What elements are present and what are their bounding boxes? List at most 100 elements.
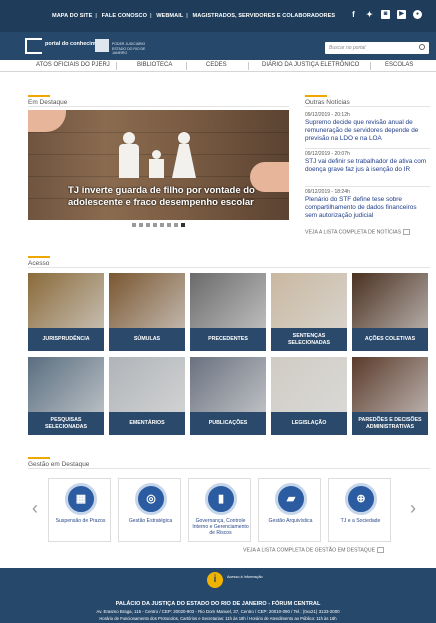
search-icon[interactable] bbox=[419, 44, 425, 50]
carousel-dot[interactable] bbox=[160, 223, 164, 227]
info-icon[interactable]: i bbox=[207, 572, 223, 588]
access-tile-image bbox=[190, 273, 266, 328]
carousel-dot-active[interactable] bbox=[181, 223, 185, 227]
gestao-card[interactable]: ⊕ TJ e a Sociedade bbox=[328, 478, 391, 542]
gestao-card[interactable]: ▮ Governança, Controle Interno e Gerencia… bbox=[188, 478, 251, 542]
noticias-title: Outras Notícias bbox=[305, 99, 350, 106]
access-tile[interactable]: JURISPRUDÊNCIA bbox=[28, 273, 104, 351]
top-links: MAPA DO SITE | FALE CONOSCO | WEBMAIL | MAG… bbox=[52, 13, 338, 19]
news-headline[interactable]: Plenário do STF define tese sobre compar… bbox=[305, 196, 430, 220]
chevron-right-icon[interactable]: › bbox=[410, 498, 416, 519]
nav-item-diario[interactable]: DIÁRIO DA JUSTIÇA ELETRÔNICO bbox=[262, 62, 359, 68]
access-tile-label: LEGISLAÇÃO bbox=[271, 412, 347, 435]
section-accent-bar bbox=[305, 95, 327, 97]
carousel-dot[interactable] bbox=[139, 223, 143, 227]
icon-glyph: ▦ bbox=[75, 493, 87, 505]
access-tile[interactable]: PRECEDENTES bbox=[190, 273, 266, 351]
child-head-shape bbox=[152, 150, 161, 159]
news-item[interactable]: 09/12/2019 - 20:12h Supremo decide que r… bbox=[305, 112, 430, 143]
access-tile[interactable]: AÇÕES COLETIVAS bbox=[352, 273, 428, 351]
news-headline[interactable]: STJ vai definir se trabalhador de ativa … bbox=[305, 158, 430, 174]
all-gestao-link[interactable]: VEJA A LISTA COMPLETA DE GESTÃO EM DESTA… bbox=[243, 547, 385, 554]
news-headline[interactable]: Supremo decide que revisão anual de remu… bbox=[305, 119, 430, 143]
carousel-dot[interactable] bbox=[146, 223, 150, 227]
news-divider bbox=[305, 186, 430, 187]
access-tile-label: PAREDÕES E DECISÕES ADMINISTRATIVAS bbox=[352, 412, 428, 435]
parent-head-shape bbox=[178, 132, 190, 144]
access-tile-image bbox=[271, 357, 347, 412]
parent-head-shape bbox=[123, 132, 135, 144]
all-news-link[interactable]: VEJA A LISTA COMPLETA DE NOTÍCIAS bbox=[305, 229, 411, 236]
carousel-pagination bbox=[132, 223, 185, 227]
chevron-left-icon[interactable]: ‹ bbox=[32, 498, 38, 519]
carousel-dot[interactable] bbox=[153, 223, 157, 227]
footer-title: PALÁCIO DA JUSTIÇA DO ESTADO DO RIO DE J… bbox=[115, 601, 321, 607]
separator: | bbox=[95, 13, 98, 19]
access-tile[interactable]: PESQUISAS SELECIONADAS bbox=[28, 357, 104, 435]
icon-glyph: ▰ bbox=[286, 493, 296, 505]
access-tile-image bbox=[28, 357, 104, 412]
nav-item-cedes[interactable]: CEDES bbox=[206, 62, 227, 68]
folder-icon: ▰ bbox=[275, 483, 307, 515]
judiciary-seal-icon bbox=[95, 39, 109, 52]
access-tile[interactable]: PAREDÕES E DECISÕES ADMINISTRATIVAS bbox=[352, 357, 428, 435]
calendar-icon: ▦ bbox=[65, 483, 97, 515]
access-tile[interactable]: LEGISLAÇÃO bbox=[271, 357, 347, 435]
gestao-card-label: Gestão Arquivística bbox=[268, 518, 313, 524]
access-tile-image bbox=[109, 357, 185, 412]
carousel-dot[interactable] bbox=[167, 223, 171, 227]
gestao-card-label: Suspensão de Prazos bbox=[55, 518, 106, 524]
highlight-carousel-image[interactable]: TJ inverte guarda de filho por vontade d… bbox=[28, 110, 289, 220]
carousel-dot[interactable] bbox=[174, 223, 178, 227]
access-tile-label: SENTENÇAS SELECIONADAS bbox=[271, 328, 347, 351]
facebook-icon[interactable]: f bbox=[349, 10, 358, 19]
twitter-icon[interactable]: ✦ bbox=[365, 10, 374, 19]
instagram-icon[interactable]: ◙ bbox=[381, 10, 390, 19]
link-webmail[interactable]: WEBMAIL bbox=[156, 13, 183, 19]
youtube-icon[interactable]: ▶ bbox=[397, 10, 406, 19]
separator: | bbox=[149, 13, 152, 19]
all-gestao-label: VEJA A LISTA COMPLETA DE GESTÃO EM DESTA… bbox=[243, 547, 376, 554]
target-icon: ◎ bbox=[135, 483, 167, 515]
news-item[interactable]: 09/12/2019 - 18:24h Plenário do STF defi… bbox=[305, 189, 430, 220]
footer-address: Av. Erasmo Braga, 115 - Centro / CEP: 20… bbox=[96, 609, 340, 614]
nav-divider bbox=[116, 62, 117, 70]
carousel-dot[interactable] bbox=[132, 223, 136, 227]
link-site-map[interactable]: MAPA DO SITE bbox=[52, 13, 92, 19]
main-nav: ATOS OFICIAIS DO PJERJ BIBLIOTECA CEDES … bbox=[0, 60, 436, 72]
separator: | bbox=[186, 13, 188, 19]
link-contact[interactable]: FALE CONOSCO bbox=[102, 13, 147, 19]
access-tile[interactable]: SÚMULAS bbox=[109, 273, 185, 351]
footer-hours: Horário de Funcionamento dos Protocolos,… bbox=[99, 616, 337, 621]
social-links: f ✦ ◙ ▶ ● bbox=[349, 10, 422, 19]
highlight-caption[interactable]: TJ inverte guarda de filho por vontade d… bbox=[68, 185, 289, 209]
gestao-card-label: TJ e a Sociedade bbox=[340, 518, 381, 524]
section-divider bbox=[28, 267, 430, 268]
access-tile-image bbox=[190, 357, 266, 412]
gestao-card-label: Gestão Estratégica bbox=[128, 518, 173, 524]
access-info-link[interactable]: Acesso à Informação bbox=[227, 575, 263, 580]
all-news-label: VEJA A LISTA COMPLETA DE NOTÍCIAS bbox=[305, 229, 402, 236]
gestao-card[interactable]: ◎ Gestão Estratégica bbox=[118, 478, 181, 542]
access-tile[interactable]: SENTENÇAS SELECIONADAS bbox=[271, 273, 347, 351]
section-accent-bar bbox=[28, 256, 50, 258]
search-input[interactable]: Buscar no portal bbox=[325, 42, 429, 54]
wood-plank-line bbox=[28, 132, 289, 133]
news-item[interactable]: 09/12/2019 - 20:07h STJ vai definir se t… bbox=[305, 151, 430, 174]
news-divider bbox=[305, 148, 430, 149]
access-tile-label: JURISPRUDÊNCIA bbox=[28, 328, 104, 351]
flickr-icon[interactable]: ● bbox=[413, 10, 422, 19]
portal-logo-icon[interactable] bbox=[25, 38, 42, 54]
access-tile[interactable]: EMENTÁRIOS bbox=[109, 357, 185, 435]
gestao-card[interactable]: ▰ Gestão Arquivística bbox=[258, 478, 321, 542]
link-staff[interactable]: MAGISTRADOS, SERVIDORES E COLABORADORES bbox=[193, 13, 336, 19]
icon-glyph: ⊕ bbox=[356, 493, 366, 505]
news-date: 09/12/2019 - 20:12h bbox=[305, 112, 350, 118]
acesso-title: Acesso bbox=[28, 260, 50, 267]
nav-item-biblioteca[interactable]: BIBLIOTECA bbox=[137, 62, 172, 68]
access-tile[interactable]: PUBLICAÇÕES bbox=[190, 357, 266, 435]
nav-item-atos-oficiais[interactable]: ATOS OFICIAIS DO PJERJ bbox=[36, 62, 110, 68]
section-divider bbox=[305, 106, 430, 107]
nav-item-escolas[interactable]: ESCOLAS bbox=[385, 62, 413, 68]
gestao-card[interactable]: ▦ Suspensão de Prazos bbox=[48, 478, 111, 542]
